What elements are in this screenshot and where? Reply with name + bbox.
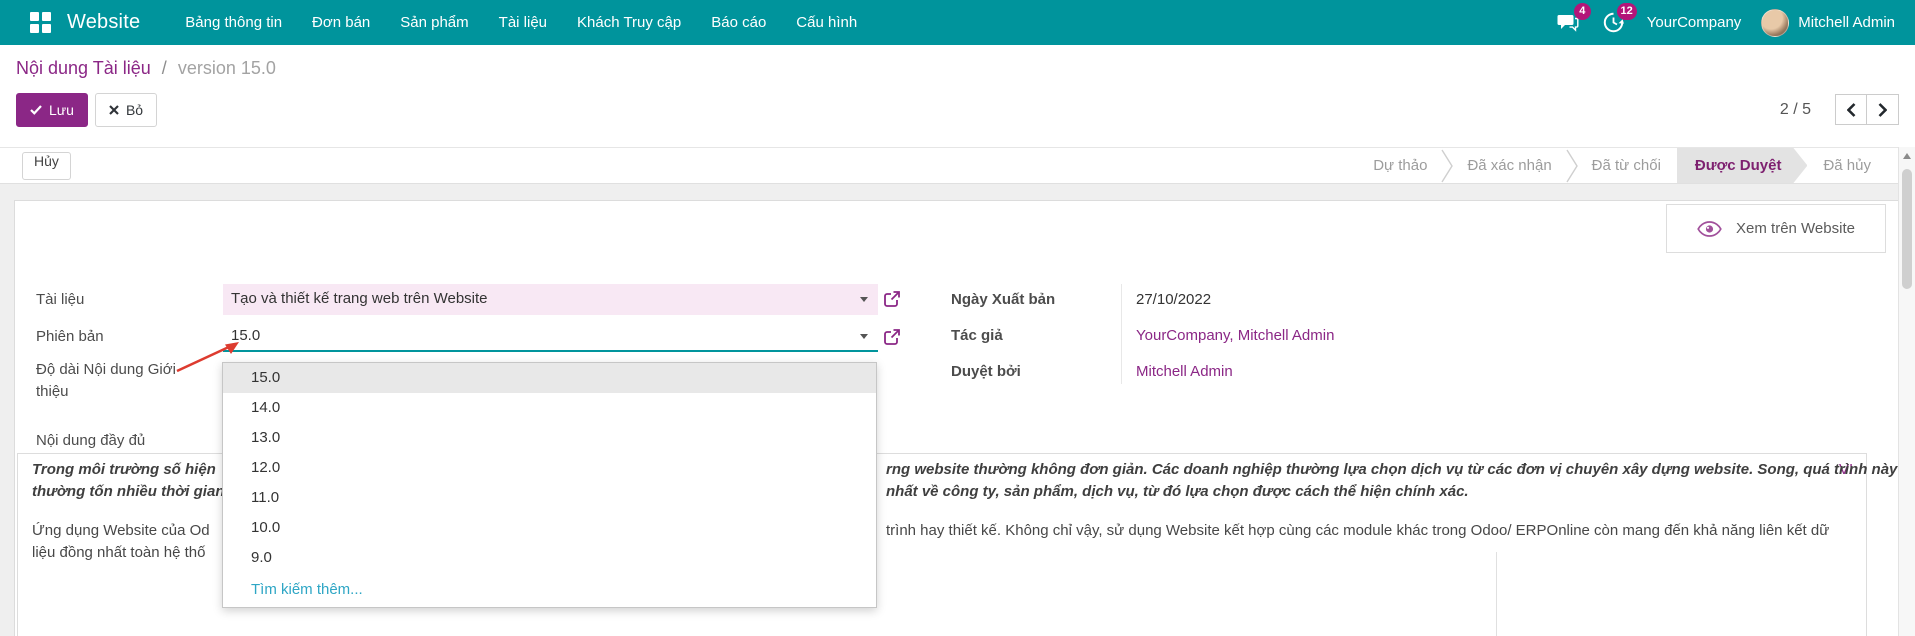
field-label-full-content: Nội dung đầy đủ — [36, 432, 145, 449]
version-dropdown-list: 15.014.013.012.011.010.09.0 — [223, 363, 876, 573]
pager-previous-button[interactable] — [1835, 94, 1867, 125]
pager: 2 / 5 — [1780, 94, 1899, 125]
top-navbar: Website Bảng thông tinĐơn bánSản phẩmTài… — [0, 0, 1915, 45]
view-on-website-button[interactable]: Xem trên Website — [1666, 204, 1886, 253]
dropdown-option[interactable]: 9.0 — [223, 543, 876, 573]
statusbar-stage[interactable]: Đã xác nhận — [1451, 148, 1567, 183]
dropdown-option[interactable]: 14.0 — [223, 393, 876, 423]
field-label-intro-length: Độ dài Nội dung Giới thiệu — [36, 359, 196, 403]
external-link-icon[interactable] — [883, 290, 901, 308]
approved-by-value-link[interactable]: Mitchell Admin — [1136, 363, 1233, 380]
user-name: Mitchell Admin — [1798, 14, 1895, 31]
version-dropdown: 15.014.013.012.011.010.09.0 Tìm kiếm thê… — [222, 362, 877, 608]
document-field[interactable]: Tạo và thiết kế trang web trên Website — [223, 284, 878, 315]
pager-value: 2 / 5 — [1780, 101, 1811, 119]
statusbar-stages: Dự thảoĐã xác nhận Đã từ chốiĐược DuyệtĐã… — [1357, 148, 1887, 183]
statusbar-stage[interactable]: Dự thảo — [1357, 148, 1443, 183]
dropdown-option[interactable]: 10.0 — [223, 513, 876, 543]
navbar-menu-item[interactable]: Cấu hình — [781, 0, 872, 45]
navbar-menu: Bảng thông tinĐơn bánSản phẩmTài liệuKhá… — [170, 0, 872, 45]
field-label-document: Tài liệu — [36, 291, 84, 308]
vertical-scrollbar[interactable] — [1898, 147, 1915, 636]
control-panel: Nội dung Tài liệu / version 15.0 Lưu Bỏ … — [0, 45, 1915, 147]
user-avatar — [1761, 9, 1789, 37]
pager-next-button[interactable] — [1867, 94, 1899, 125]
content-text-fragment: Trong môi trường số hiện — [32, 460, 216, 480]
field-label-approved-by: Duyệt bởi — [951, 363, 1021, 380]
activities-badge: 12 — [1617, 3, 1637, 20]
discard-button[interactable]: Bỏ — [95, 93, 157, 127]
author-value-link[interactable]: YourCompany, Mitchell Admin — [1136, 327, 1334, 344]
content-inner-divider — [1496, 552, 1497, 636]
version-field-value: 15.0 — [231, 327, 260, 344]
user-menu[interactable]: Mitchell Admin — [1761, 9, 1895, 37]
company-switcher[interactable]: YourCompany — [1647, 14, 1742, 31]
statusbar-stage[interactable]: Đã từ chối — [1576, 148, 1677, 183]
scrollbar-up-icon[interactable] — [1903, 153, 1911, 159]
field-label-version: Phiên bản — [36, 328, 104, 345]
field-label-author: Tác giả — [951, 327, 1003, 344]
navbar-right: 4 12 YourCompany Mitchell Admin — [1555, 9, 1901, 37]
dropdown-option[interactable]: 11.0 — [223, 483, 876, 513]
page: Website Bảng thông tinĐơn bánSản phẩmTài… — [0, 0, 1915, 636]
navbar-menu-item[interactable]: Đơn bán — [297, 0, 385, 45]
activities-icon[interactable]: 12 — [1601, 10, 1627, 36]
discard-button-label: Bỏ — [126, 102, 143, 118]
content-text-fragment: nhất về công ty, sản phẩm, dịch vụ, từ đ… — [886, 482, 1469, 502]
chevron-down-icon[interactable] — [860, 297, 868, 302]
dropdown-option[interactable]: 12.0 — [223, 453, 876, 483]
scrollbar-thumb[interactable] — [1902, 169, 1912, 289]
eye-icon — [1697, 221, 1722, 237]
version-field[interactable]: 15.0 — [223, 321, 878, 352]
chevron-left-icon — [1847, 103, 1856, 117]
navbar-menu-item[interactable]: Sản phẩm — [385, 0, 483, 45]
app-brand[interactable]: Website — [67, 11, 140, 34]
check-icon — [30, 105, 42, 115]
save-button-label: Lưu — [49, 102, 74, 118]
column-divider — [1121, 284, 1122, 384]
navbar-menu-item[interactable]: Báo cáo — [696, 0, 781, 45]
breadcrumb: Nội dung Tài liệu / version 15.0 — [16, 58, 276, 79]
chevron-right-icon — [1878, 103, 1887, 117]
publish-date-value: 27/10/2022 — [1136, 291, 1211, 308]
view-on-website-label: Xem trên Website — [1736, 220, 1855, 237]
dropdown-search-more[interactable]: Tìm kiếm thêm... — [223, 573, 876, 607]
external-link-icon[interactable] — [883, 328, 901, 346]
breadcrumb-parent-link[interactable]: Nội dung Tài liệu — [16, 58, 151, 78]
document-field-value: Tạo và thiết kế trang web trên Website — [231, 290, 488, 307]
breadcrumb-current: version 15.0 — [178, 58, 276, 78]
content-text-fragment: Ứng dụng Website của Od — [32, 521, 210, 541]
navbar-menu-item[interactable]: Khách Truy cập — [562, 0, 696, 45]
navbar-menu-item[interactable]: Bảng thông tin — [170, 0, 297, 45]
times-icon — [109, 105, 119, 115]
save-button[interactable]: Lưu — [16, 93, 88, 127]
breadcrumb-separator: / — [162, 58, 167, 78]
navbar-menu-item[interactable]: Tài liệu — [484, 0, 562, 45]
chevron-down-icon[interactable] — [860, 334, 868, 339]
dropdown-option[interactable]: 15.0 — [223, 363, 876, 393]
content-text-fragment: rng website thường không đơn giản. Các d… — [886, 460, 1897, 480]
field-label-publish-date: Ngày Xuất bản — [951, 291, 1055, 308]
control-panel-buttons: Lưu Bỏ — [16, 93, 157, 127]
content-text-fragment: trình hay thiết kế. Không chỉ vậy, sử dụ… — [886, 521, 1829, 541]
statusbar-stage[interactable]: Đã hủy — [1807, 148, 1887, 183]
messages-icon[interactable]: 4 — [1555, 10, 1581, 36]
cancel-button[interactable]: Hủy — [22, 152, 71, 180]
apps-grid-icon[interactable] — [30, 12, 51, 33]
content-text-fragment: liệu đồng nhất toàn hệ thố — [32, 543, 205, 563]
messages-badge: 4 — [1574, 3, 1591, 20]
statusbar: Hủy Dự thảoĐã xác nhận Đã từ chốiĐược Duy… — [0, 147, 1915, 184]
statusbar-stage[interactable]: Được Duyệt — [1677, 148, 1808, 183]
dropdown-option[interactable]: 13.0 — [223, 423, 876, 453]
content-text-fragment: thường tốn nhiều thời gian — [32, 482, 224, 502]
